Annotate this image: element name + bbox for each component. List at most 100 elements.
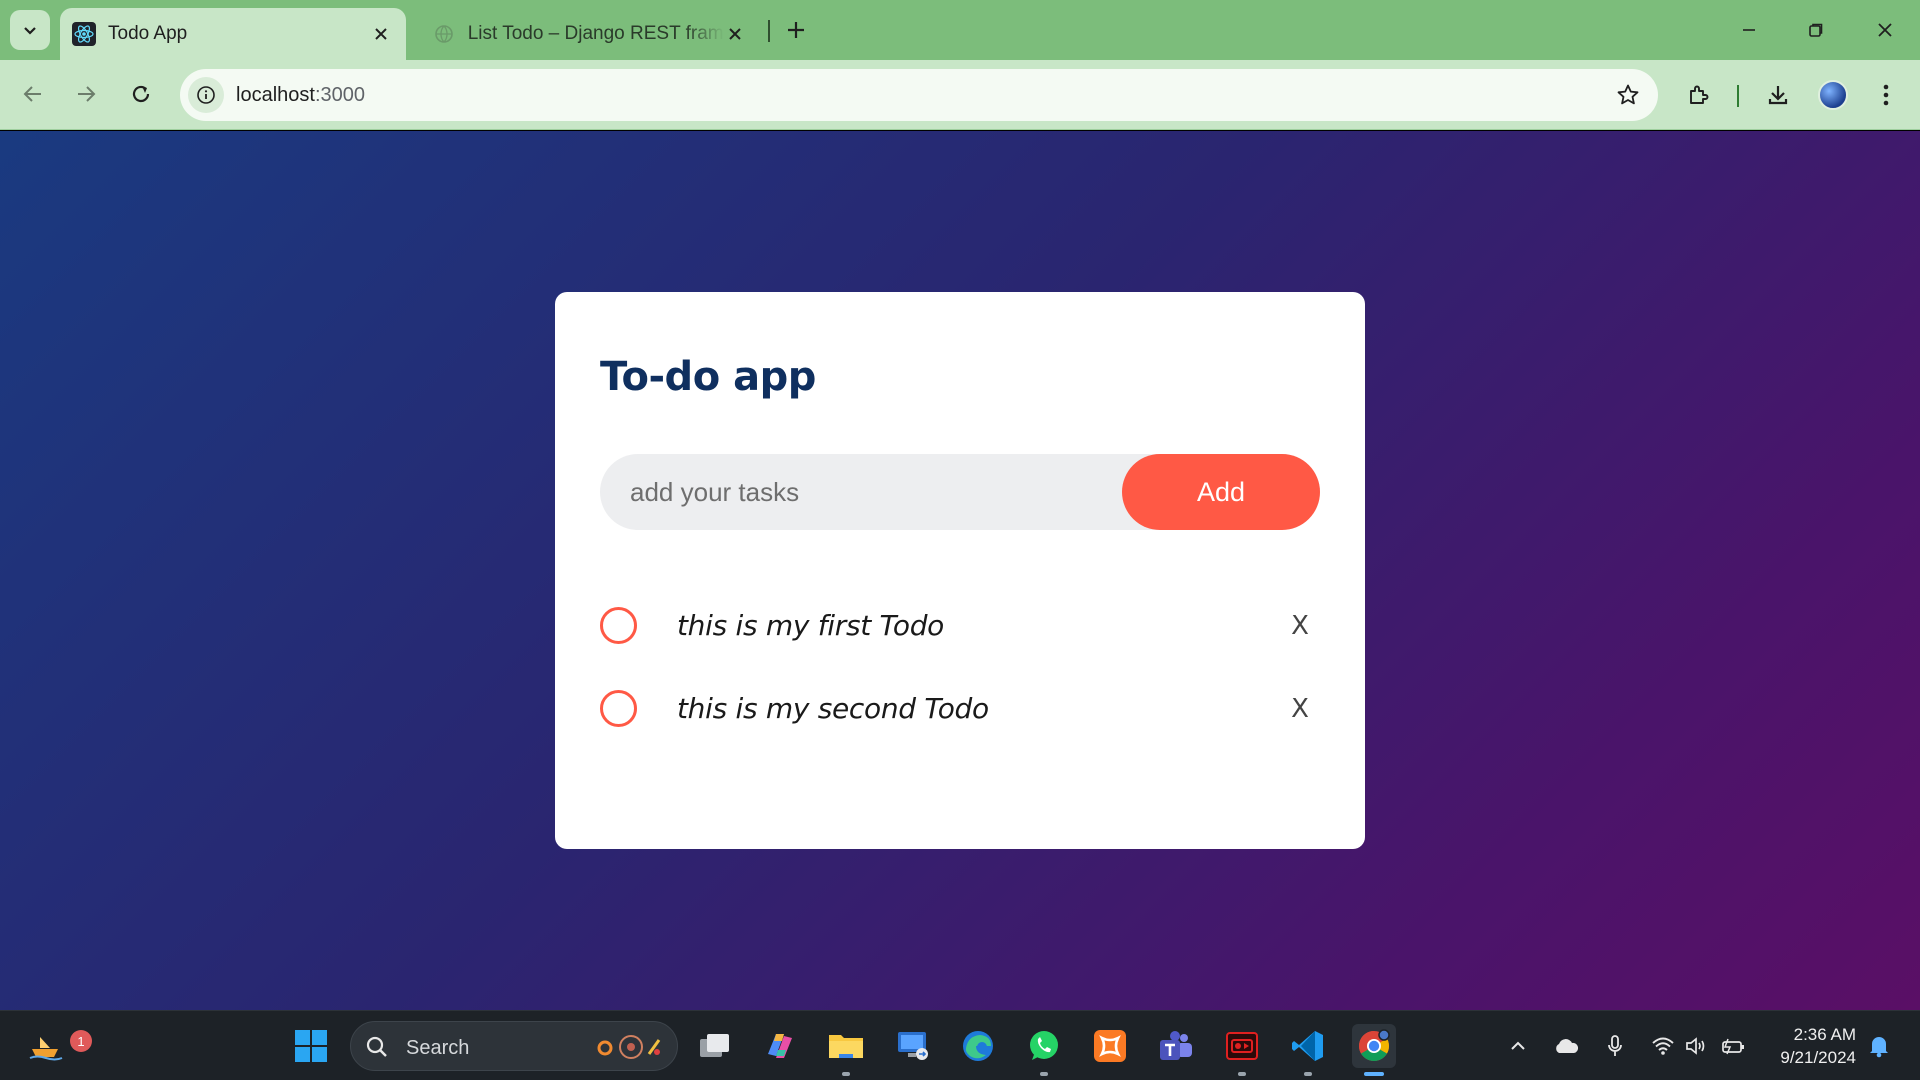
wifi-icon[interactable]	[1650, 1033, 1676, 1059]
vscode-button[interactable]	[1286, 1024, 1330, 1076]
folder-icon	[829, 1035, 863, 1058]
chrome-icon	[1358, 1029, 1390, 1062]
battery-icon[interactable]	[1721, 1033, 1747, 1059]
volume-icon[interactable]	[1683, 1033, 1709, 1059]
menu-button[interactable]	[1866, 75, 1906, 115]
task-view-icon	[700, 1034, 729, 1057]
running-indicator	[842, 1072, 850, 1076]
vscode-icon	[1292, 1031, 1323, 1061]
new-tab-button[interactable]	[778, 12, 814, 48]
download-icon	[1768, 86, 1788, 105]
toolbar-divider	[1737, 85, 1739, 107]
address-bar[interactable]: localhost:3000	[180, 69, 1658, 121]
weather-boat-icon	[29, 1037, 63, 1061]
widgets-button[interactable]: 1	[24, 1024, 92, 1068]
recorder-icon	[1226, 1032, 1258, 1060]
microphone-icon[interactable]	[1602, 1033, 1628, 1059]
teams-button[interactable]	[1154, 1024, 1198, 1068]
todo-card: To-do app Add this is my first Todo X th…	[555, 292, 1365, 849]
downloads-button[interactable]	[1758, 75, 1798, 115]
todo-item[interactable]: this is my second Todo X	[600, 667, 1320, 750]
delete-todo-button[interactable]: X	[1280, 689, 1320, 729]
clock-time: 2:36 AM	[1793, 1025, 1856, 1044]
tab-todo-app[interactable]: Todo App	[60, 8, 406, 60]
plus-icon	[788, 22, 804, 38]
whatsapp-icon	[1030, 1031, 1058, 1060]
add-button[interactable]: Add	[1122, 454, 1320, 530]
search-icon	[366, 1036, 387, 1057]
running-indicator	[1040, 1072, 1048, 1076]
forward-button[interactable]	[66, 74, 106, 114]
close-tab-icon[interactable]	[724, 23, 746, 45]
page-title: To-do app	[600, 354, 816, 400]
add-task-row: Add	[600, 454, 1320, 530]
search-highlight-icon	[597, 1035, 661, 1059]
start-button[interactable]	[289, 1024, 333, 1068]
xampp-button[interactable]	[1088, 1024, 1132, 1068]
extensions-button[interactable]	[1679, 75, 1719, 115]
todo-list: this is my first Todo X this is my secon…	[600, 584, 1320, 750]
close-tab-icon[interactable]	[370, 23, 392, 45]
browser-toolbar: localhost:3000	[0, 60, 1920, 130]
tab-search-button[interactable]	[10, 10, 50, 50]
file-explorer-button[interactable]	[824, 1024, 868, 1076]
whatsapp-button[interactable]	[1022, 1024, 1066, 1076]
url-port: :3000	[314, 84, 365, 106]
tab-django-rest[interactable]: List Todo – Django REST framework	[420, 8, 760, 60]
page-background: To-do app Add this is my first Todo X th…	[0, 131, 1920, 1010]
reload-button[interactable]	[121, 74, 161, 114]
tab-title: List Todo – Django REST framework	[467, 23, 725, 44]
arrow-left-icon	[23, 86, 41, 102]
chevron-down-icon	[24, 27, 36, 35]
todo-checkbox[interactable]	[600, 607, 637, 644]
edge-button[interactable]	[956, 1024, 1000, 1068]
taskbar-search[interactable]: Search	[350, 1021, 678, 1071]
copilot-button[interactable]	[758, 1024, 802, 1068]
back-button[interactable]	[13, 74, 53, 114]
notification-badge: 1	[70, 1030, 92, 1052]
close-icon	[1878, 23, 1892, 37]
minimize-button[interactable]	[1724, 8, 1774, 52]
todo-text: this is my first Todo	[677, 609, 945, 642]
restore-button[interactable]	[1791, 8, 1841, 52]
search-label: Search	[406, 1037, 470, 1059]
edge-icon	[963, 1031, 993, 1061]
chevron-up-icon	[1511, 1041, 1525, 1050]
globe-icon	[432, 22, 456, 46]
remote-desktop-icon	[898, 1032, 928, 1060]
task-input[interactable]	[600, 454, 1120, 530]
site-info-icon[interactable]	[188, 77, 224, 113]
running-indicator	[1238, 1072, 1246, 1076]
windows-logo-icon	[295, 1030, 327, 1062]
chrome-button[interactable]	[1352, 1024, 1396, 1076]
screen-recorder-button[interactable]	[1220, 1024, 1264, 1076]
copilot-icon	[768, 1034, 792, 1058]
reload-icon	[132, 85, 150, 103]
more-vertical-icon	[1883, 84, 1889, 106]
show-hidden-icons-button[interactable]	[1505, 1033, 1531, 1059]
browser-tab-strip: Todo App List Todo – Django REST framewo…	[0, 0, 1920, 60]
system-clock[interactable]: 2:36 AM 9/21/2024	[1760, 1023, 1856, 1069]
active-indicator	[1364, 1072, 1384, 1076]
todo-checkbox[interactable]	[600, 690, 637, 727]
xampp-icon	[1094, 1030, 1126, 1062]
minimize-icon	[1743, 29, 1755, 31]
delete-todo-button[interactable]: X	[1280, 606, 1320, 646]
clock-date: 9/21/2024	[1780, 1048, 1856, 1067]
restore-icon	[1809, 23, 1823, 37]
tab-title: Todo App	[108, 23, 188, 44]
todo-item[interactable]: this is my first Todo X	[600, 584, 1320, 667]
task-view-button[interactable]	[693, 1024, 737, 1068]
running-indicator	[1304, 1072, 1312, 1076]
puzzle-icon	[1690, 85, 1709, 104]
url-text[interactable]: localhost:3000	[236, 84, 365, 107]
react-logo-icon	[72, 22, 96, 46]
taskbar: 1 Search 2:36 AM 9/21/2024	[0, 1010, 1920, 1080]
tab-divider	[768, 20, 770, 42]
remote-desktop-button[interactable]	[891, 1024, 935, 1068]
profile-button[interactable]	[1813, 75, 1853, 115]
close-window-button[interactable]	[1860, 8, 1910, 52]
notification-bell-icon[interactable]	[1866, 1033, 1892, 1059]
bookmark-star-icon[interactable]	[1614, 81, 1642, 109]
onedrive-icon[interactable]	[1553, 1033, 1579, 1059]
